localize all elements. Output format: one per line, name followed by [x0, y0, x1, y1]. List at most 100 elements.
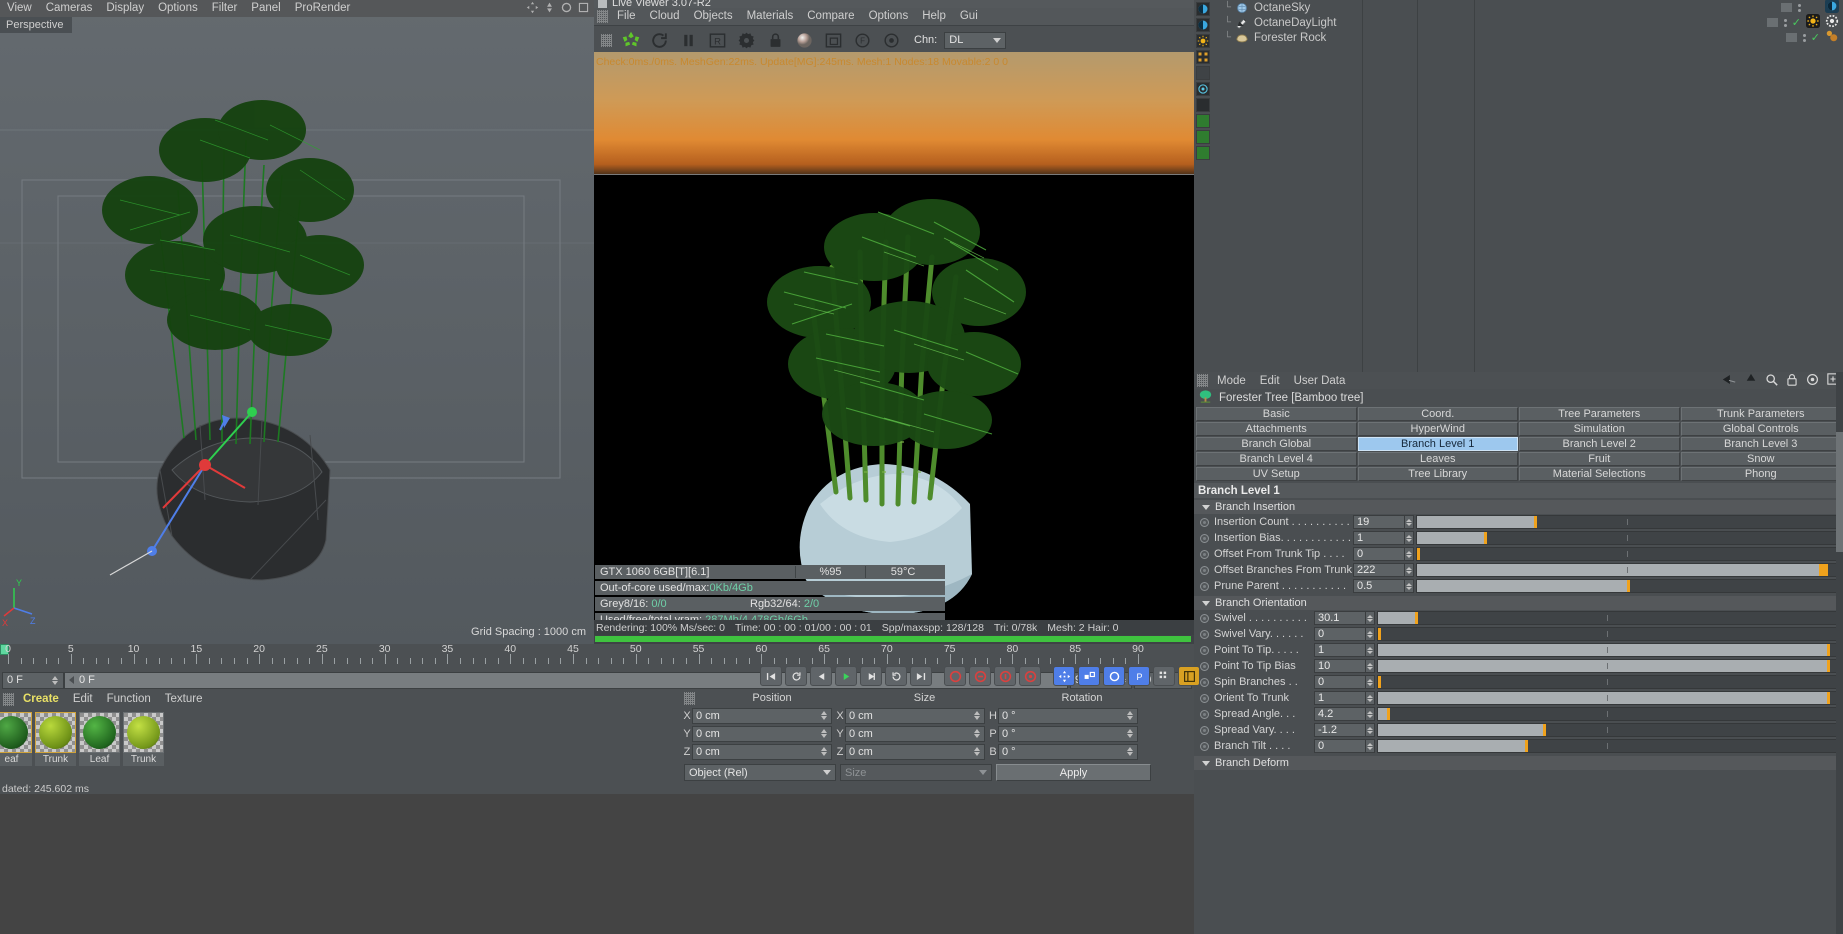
animate-radio-icon[interactable] — [1200, 517, 1209, 527]
param-slider[interactable] — [1416, 515, 1837, 529]
position-y-field[interactable]: 0 cm — [692, 725, 832, 742]
rotate-tool-button[interactable] — [1103, 666, 1125, 686]
group-branch-insertion[interactable]: Branch Insertion — [1194, 500, 1843, 514]
object-tree[interactable]: └ OctaneSky └ OctaneDayLight ✓ └ Foreste… — [1212, 0, 1843, 372]
scrollbar-thumb[interactable] — [1836, 432, 1843, 552]
rotation-b-spinner[interactable] — [1127, 745, 1134, 758]
param-branch-tilt[interactable]: Branch Tilt . . . . 0 — [1194, 738, 1843, 754]
live-viewer-menu-bar[interactable]: File Cloud Objects Materials Compare Opt… — [594, 8, 1194, 25]
rotation-h-field[interactable]: 0 ° — [998, 707, 1138, 724]
material-swatch[interactable]: Trunk — [35, 712, 76, 766]
position-x-spinner[interactable] — [821, 709, 828, 722]
animate-radio-icon[interactable] — [1200, 709, 1209, 719]
viewport-menu-bar[interactable]: View Cameras Display Options Filter Pane… — [0, 0, 594, 17]
tab-branch-level-3[interactable]: Branch Level 3 — [1680, 437, 1841, 451]
refresh-icon[interactable] — [647, 28, 672, 53]
param-spinner[interactable] — [1405, 579, 1414, 593]
tab-branch-global[interactable]: Branch Global — [1196, 437, 1357, 451]
param-value[interactable]: 1 — [1353, 531, 1405, 545]
tab-fruit[interactable]: Fruit — [1519, 452, 1680, 466]
param-slider[interactable] — [1377, 659, 1837, 673]
param-slider[interactable] — [1377, 723, 1837, 737]
param-value[interactable]: 0 — [1353, 547, 1405, 561]
octane-render-icon[interactable] — [618, 28, 643, 53]
param-spinner[interactable] — [1366, 627, 1375, 641]
viewport-menu-filter[interactable]: Filter — [205, 0, 245, 17]
visibility-toggle-icon[interactable] — [1784, 32, 1798, 43]
object-row-octanesky[interactable]: └ OctaneSky — [1212, 0, 1843, 15]
current-frame-field[interactable]: 0 F — [2, 671, 64, 689]
param-value[interactable]: 0 — [1314, 675, 1366, 689]
branch-insertion-params[interactable]: Insertion Count . . . . . . . . . . 19 I… — [1194, 514, 1843, 594]
attribute-tab-row[interactable]: Branch Level 4 Leaves Fruit Snow — [1196, 452, 1841, 466]
lv-menu-gui[interactable]: Gui — [953, 8, 985, 25]
rotation-p-spinner[interactable] — [1127, 727, 1134, 740]
param-spread-angle[interactable]: Spread Angle. . . 4.2 — [1194, 706, 1843, 722]
viewport-menu-cameras[interactable]: Cameras — [39, 0, 100, 17]
param-value[interactable]: -1.2 — [1314, 723, 1366, 737]
material-menu-edit[interactable]: Edit — [66, 693, 100, 705]
position-x-field[interactable]: 0 cm — [692, 707, 832, 724]
animate-radio-icon[interactable] — [1200, 725, 1209, 735]
param-value[interactable]: 222 — [1353, 563, 1405, 577]
coordinates-row[interactable]: X 0 cm X 0 cm H 0 ° — [682, 707, 1194, 724]
tab-global-controls[interactable]: Global Controls — [1680, 422, 1841, 436]
param-slider[interactable] — [1416, 547, 1837, 561]
snap-button[interactable] — [1153, 666, 1175, 686]
animate-radio-icon[interactable] — [1200, 565, 1209, 575]
back-arrow-icon[interactable] — [1721, 374, 1737, 388]
octane-live-viewer[interactable]: Live Viewer 3.07-R2 File Cloud Objects M… — [594, 0, 1194, 644]
go-to-start-button[interactable] — [760, 666, 782, 686]
coordinates-footer[interactable]: Object (Rel) Size Apply — [682, 764, 1194, 781]
target-icon[interactable] — [1196, 82, 1210, 96]
pause-icon[interactable] — [676, 28, 701, 53]
collapse-triangle-icon[interactable] — [1202, 760, 1210, 766]
size-z-spinner[interactable] — [974, 745, 981, 758]
material-preview[interactable] — [35, 712, 76, 753]
play-button[interactable] — [835, 666, 857, 686]
tab-tree-library[interactable]: Tree Library — [1357, 467, 1518, 481]
attribute-scrollbar[interactable] — [1836, 372, 1843, 934]
green-dot-icon-2[interactable] — [1196, 130, 1210, 144]
attribute-tab-row[interactable]: Branch Global Branch Level 1 Branch Leve… — [1196, 437, 1841, 451]
search-icon[interactable] — [1765, 373, 1778, 389]
sphere-icon[interactable] — [1234, 1, 1249, 14]
focus-picker-icon[interactable]: F — [850, 28, 875, 53]
size-z-field[interactable]: 0 cm — [845, 743, 985, 760]
param-swivel-vary[interactable]: Swivel Vary. . . . . . 0 — [1194, 626, 1843, 642]
current-frame-spinner[interactable] — [52, 674, 59, 687]
attr-menu-user-data[interactable]: User Data — [1287, 375, 1353, 387]
lv-menu-cloud[interactable]: Cloud — [643, 8, 687, 25]
coordinates-row[interactable]: Y 0 cm Y 0 cm P 0 ° — [682, 725, 1194, 742]
daylight-icon[interactable] — [1234, 16, 1249, 29]
animate-radio-icon[interactable] — [1200, 581, 1209, 591]
param-spinner[interactable] — [1366, 739, 1375, 753]
size-y-field[interactable]: 0 cm — [845, 725, 985, 742]
attribute-tab-row[interactable]: Attachments HyperWind Simulation Global … — [1196, 422, 1841, 436]
param-value[interactable]: 30.1 — [1314, 611, 1366, 625]
material-preview[interactable] — [79, 712, 120, 753]
enabled-check-icon[interactable]: ✓ — [1811, 31, 1820, 44]
param-prune-parent[interactable]: Prune Parent . . . . . . . . . . . 0.5 — [1194, 578, 1843, 594]
enable-dots-icon[interactable] — [1798, 3, 1801, 12]
enable-dots-icon[interactable] — [1802, 33, 1806, 42]
animate-radio-icon[interactable] — [1200, 549, 1209, 559]
param-spinner[interactable] — [1366, 611, 1375, 625]
tab-attachments[interactable]: Attachments — [1196, 422, 1357, 436]
green-dot-icon[interactable] — [1196, 114, 1210, 128]
position-z-spinner[interactable] — [821, 745, 828, 758]
parametric-button[interactable]: P — [1128, 666, 1150, 686]
render-canvas[interactable]: GTX 1060 6GB[T][6.1] %95 59°C Out-of-cor… — [594, 52, 1194, 620]
lv-menu-options[interactable]: Options — [862, 8, 916, 25]
green-dot-icon-3[interactable] — [1196, 146, 1210, 160]
param-slider[interactable] — [1377, 691, 1837, 705]
material-menu-function[interactable]: Function — [100, 693, 158, 705]
param-slider[interactable] — [1416, 563, 1837, 577]
up-arrow-icon[interactable] — [1745, 373, 1757, 388]
attribute-manager[interactable]: Mode Edit User Data Forester Tree [Bambo… — [1194, 372, 1843, 934]
playback-controls[interactable]: P — [760, 666, 1200, 686]
rectangle-icon[interactable] — [1196, 66, 1210, 80]
material-menu-bar[interactable]: Create Edit Function Texture — [0, 690, 682, 708]
attribute-tab-grid[interactable]: Basic Coord. Tree Parameters Trunk Param… — [1194, 406, 1843, 483]
param-slider[interactable] — [1377, 675, 1837, 689]
